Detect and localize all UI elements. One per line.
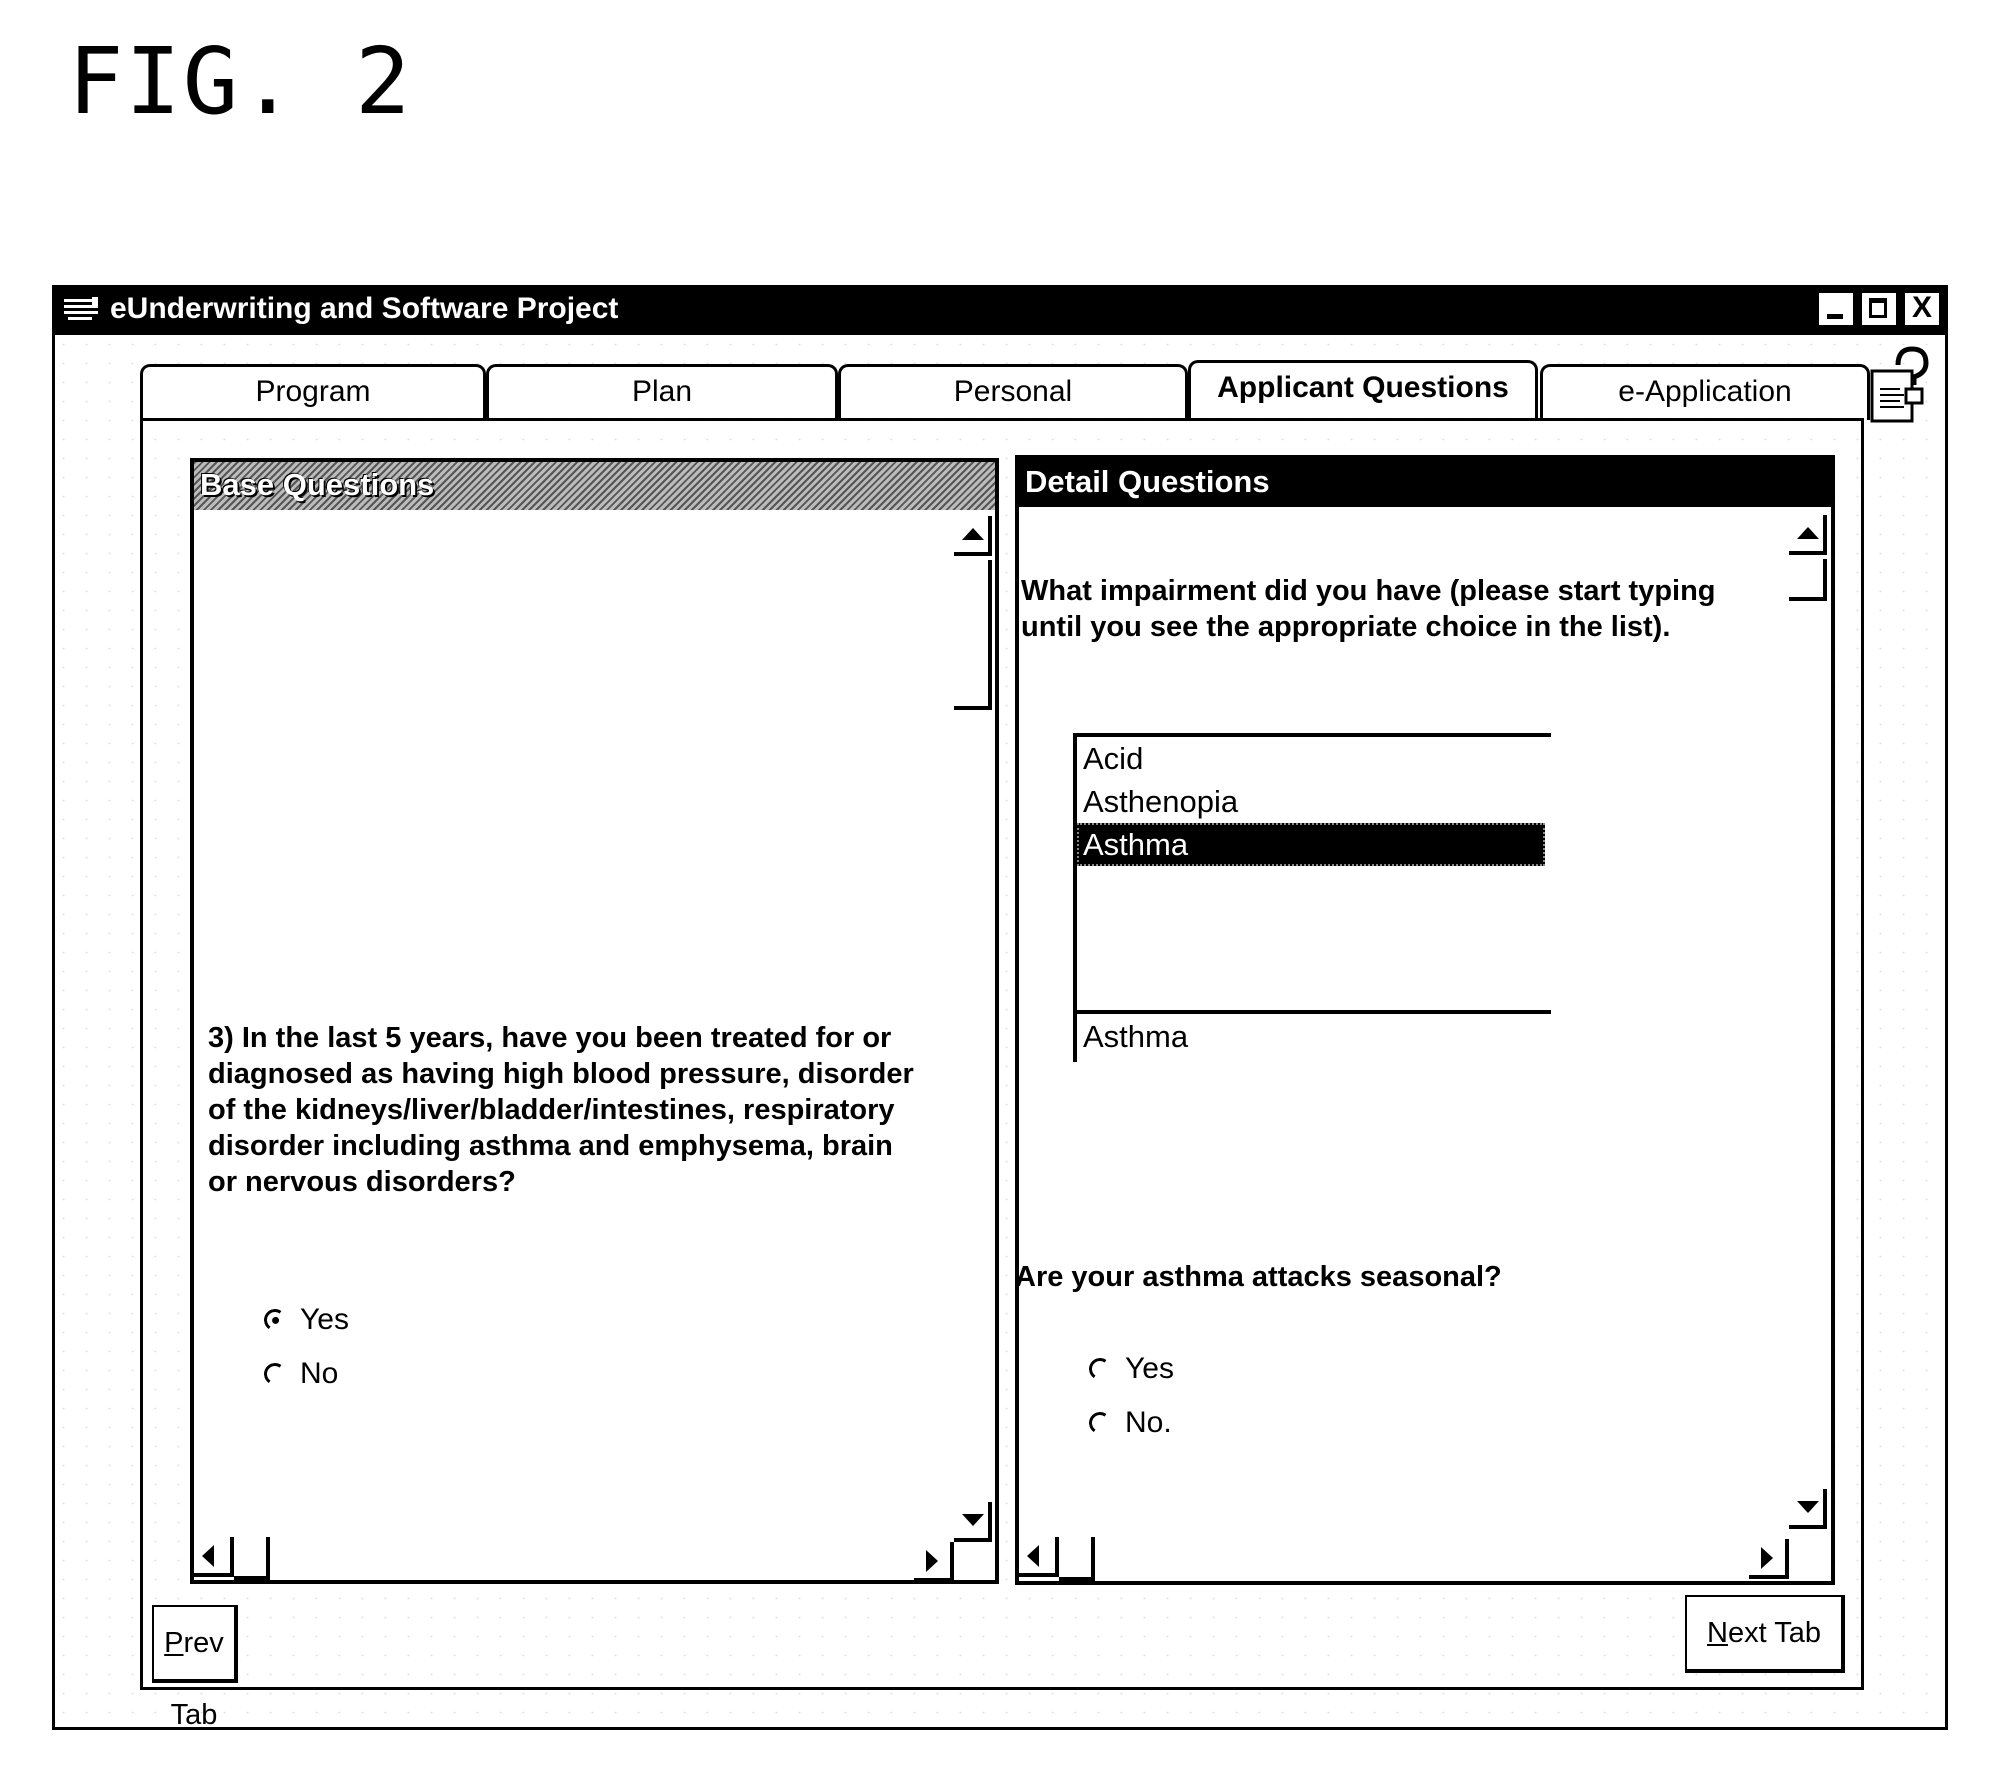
radio-checked-icon — [262, 1307, 288, 1333]
tab-e-application[interactable]: e-Application — [1540, 364, 1870, 420]
scroll-right-button[interactable] — [914, 1542, 954, 1582]
prev-tab-button[interactable]: Prev Tab — [152, 1605, 238, 1731]
title-bar: eUnderwriting and Software Project X — [52, 285, 1948, 335]
tab-label: e-Application — [1618, 375, 1792, 408]
arrow-left-icon — [1027, 1545, 1039, 1567]
arrow-right-icon — [926, 1550, 938, 1572]
help-document-icon[interactable] — [1870, 345, 1932, 425]
impairment-input[interactable]: Asthma — [1073, 1010, 1551, 1062]
followup-radio-yes[interactable]: Yes — [1087, 1352, 1174, 1386]
next-tab-button[interactable]: Next Tab — [1685, 1595, 1845, 1673]
tab-personal[interactable]: Personal — [838, 364, 1188, 420]
horizontal-scroll-thumb[interactable] — [1059, 1537, 1095, 1581]
scroll-down-button[interactable] — [954, 1502, 992, 1542]
tab-applicant-questions[interactable]: Applicant Questions — [1188, 360, 1538, 420]
radio-label: Yes — [300, 1303, 349, 1336]
impairment-prompt: What impairment did you have (please sta… — [1021, 575, 1716, 643]
button-mnemonic: N — [1707, 1617, 1728, 1649]
tab-label: Applicant Questions — [1217, 371, 1509, 404]
button-label: ext Tab — [1727, 1617, 1821, 1649]
followup-question: Are your asthma attacks seasonal? — [1015, 1261, 1502, 1293]
base-question-text: 3) In the last 5 years, have you been tr… — [208, 1022, 914, 1198]
figure-label: FIG. 2 — [68, 28, 413, 135]
arrow-right-icon — [1761, 1547, 1773, 1569]
vertical-scroll-thumb[interactable] — [1789, 559, 1827, 601]
horizontal-scroll-thumb[interactable] — [234, 1537, 270, 1580]
list-item[interactable]: Asthenopia — [1077, 780, 1551, 823]
scroll-up-button[interactable] — [954, 516, 992, 556]
radio-label: No. — [1125, 1406, 1172, 1439]
window-title: eUnderwriting and Software Project — [110, 292, 619, 325]
list-item-selected[interactable]: Asthma — [1077, 823, 1545, 866]
tab-plan[interactable]: Plan — [486, 364, 838, 420]
detail-questions-header: Detail Questions — [1019, 459, 1831, 507]
list-item[interactable]: Acid — [1077, 737, 1551, 780]
close-button[interactable]: X — [1903, 291, 1941, 327]
tab-label: Program — [255, 375, 371, 408]
arrow-down-icon — [962, 1514, 984, 1526]
radio-label: No — [300, 1357, 339, 1390]
arrow-left-icon — [202, 1545, 214, 1567]
maximize-button[interactable] — [1860, 291, 1898, 327]
arrow-up-icon — [962, 528, 984, 540]
scroll-left-button[interactable] — [194, 1537, 234, 1577]
arrow-down-icon — [1797, 1501, 1819, 1513]
scroll-up-button[interactable] — [1789, 515, 1827, 555]
scroll-left-button[interactable] — [1019, 1537, 1059, 1577]
tab-label: Plan — [631, 375, 693, 408]
followup-radio-no[interactable]: No. — [1087, 1406, 1172, 1440]
radio-unchecked-icon — [1087, 1410, 1113, 1436]
radio-label: Yes — [1125, 1352, 1174, 1385]
impairment-listbox[interactable]: Acid Asthenopia Asthma — [1073, 733, 1551, 1010]
base-questions-header: Base Questions — [194, 462, 995, 510]
arrow-up-icon — [1797, 527, 1819, 539]
scroll-down-button[interactable] — [1789, 1489, 1827, 1529]
radio-unchecked-icon — [262, 1361, 288, 1387]
radio-unchecked-icon — [1087, 1356, 1113, 1382]
minimize-button[interactable] — [1817, 291, 1855, 327]
scroll-right-button[interactable] — [1749, 1539, 1789, 1579]
tab-program[interactable]: Program — [140, 364, 486, 420]
app-flag-icon — [64, 297, 98, 320]
base-questions-panel: Base Questions 3) In the last 5 years, h… — [190, 458, 999, 1584]
button-mnemonic: P — [164, 1627, 184, 1659]
base-radio-yes[interactable]: Yes — [262, 1303, 349, 1337]
base-radio-no[interactable]: No — [262, 1357, 339, 1391]
vertical-scroll-thumb[interactable] — [954, 560, 992, 710]
tab-label: Personal — [953, 375, 1073, 408]
